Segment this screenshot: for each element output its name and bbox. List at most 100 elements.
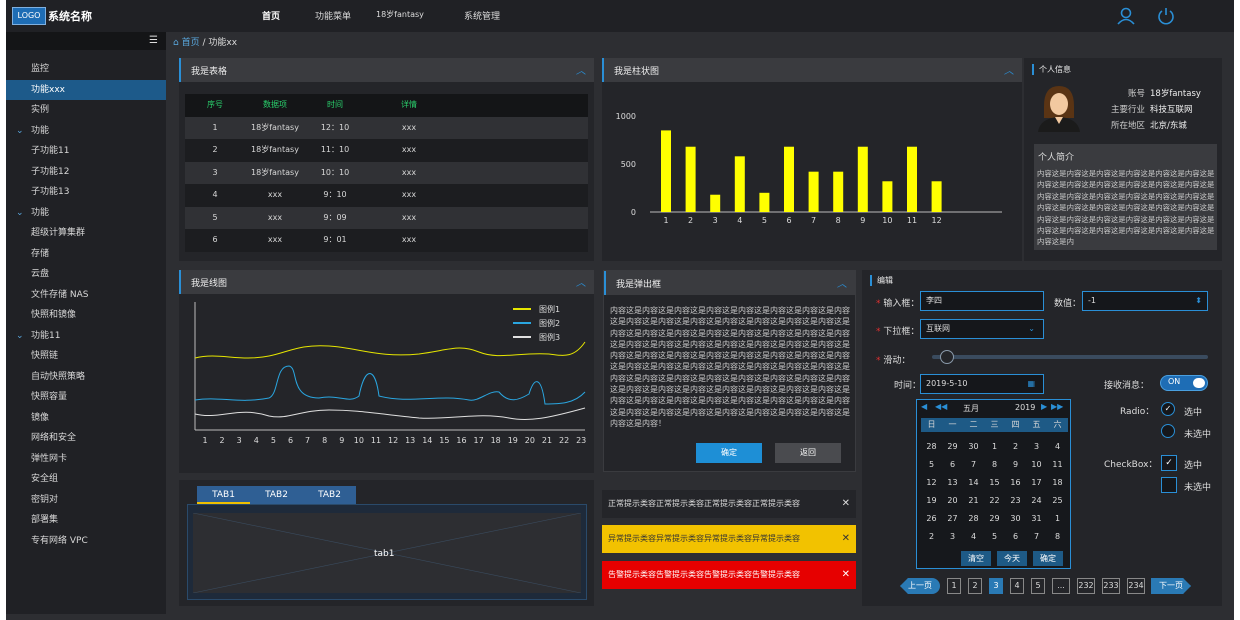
calendar-day[interactable]: 2	[1005, 440, 1026, 454]
name-input[interactable]: 李四	[920, 291, 1044, 311]
sidebar-item[interactable]: 实例	[6, 100, 166, 121]
calendar-day[interactable]: 1	[1047, 512, 1068, 526]
calendar-day[interactable]: 21	[963, 494, 984, 508]
calendar-day[interactable]: 29	[942, 440, 963, 454]
calendar-day[interactable]: 13	[942, 476, 963, 490]
calendar-day[interactable]: 4	[963, 530, 984, 544]
calendar-day[interactable]: 2	[921, 530, 942, 544]
table-row[interactable]: 6 xxx 9：01 xxx	[185, 229, 588, 252]
tab-2[interactable]: TAB2	[250, 486, 303, 504]
sidebar-item[interactable]: 快照和镜像	[6, 305, 166, 326]
calendar-ok-button[interactable]: 确定	[1033, 551, 1063, 566]
calendar-day[interactable]: 3	[1026, 440, 1047, 454]
table-row[interactable]: 5 xxx 9：09 xxx	[185, 206, 588, 229]
sidebar-item[interactable]: 功能xxx	[6, 79, 166, 100]
calendar-day[interactable]: 10	[1026, 458, 1047, 472]
sidebar-item[interactable]: 密钥对	[6, 490, 166, 511]
nav-home[interactable]: 首页	[262, 9, 280, 22]
calendar-day[interactable]: 15	[984, 476, 1005, 490]
collapse-icon[interactable]: ︿	[576, 62, 586, 77]
slider-thumb[interactable]	[940, 350, 955, 364]
sidebar-item[interactable]: ⌄ 功能	[6, 121, 166, 142]
calendar-day[interactable]: 16	[1005, 476, 1026, 490]
sidebar-item[interactable]: 超级计算集群	[6, 223, 166, 244]
sidebar-item[interactable]: 文件存储 NAS	[6, 285, 166, 306]
checkbox-unchecked[interactable]	[1161, 477, 1177, 493]
calendar-day[interactable]: 26	[921, 512, 942, 526]
sidebar-item[interactable]: 镜像	[6, 408, 166, 429]
collapse-icon[interactable]: ︿	[576, 274, 586, 289]
page-button[interactable]: 4	[1010, 578, 1024, 594]
radio-checked[interactable]: ✓	[1161, 402, 1175, 416]
sidebar-item[interactable]: 弹性网卡	[6, 449, 166, 470]
calendar-day[interactable]: 30	[1005, 512, 1026, 526]
number-input[interactable]: -1 ⬍	[1082, 291, 1208, 311]
calendar-day[interactable]: 22	[984, 494, 1005, 508]
calendar-day[interactable]: 8	[984, 458, 1005, 472]
calendar-day[interactable]: 27	[942, 512, 963, 526]
sidebar-toggle[interactable]: ☰	[6, 32, 166, 50]
page-button[interactable]: 3	[989, 578, 1003, 594]
table-row[interactable]: 3 18岁fantasy 10：10 xxx	[185, 161, 588, 184]
collapse-icon[interactable]: ︿	[1004, 62, 1014, 77]
calendar-day[interactable]: 5	[921, 458, 942, 472]
sidebar-item[interactable]: ⌄ 功能	[6, 203, 166, 224]
sidebar-item[interactable]: 存储	[6, 244, 166, 265]
dialog-ok-button[interactable]: 确定	[696, 443, 762, 463]
collapse-icon[interactable]: ︿	[837, 275, 847, 290]
table-row[interactable]: 4 xxx 9：10 xxx	[185, 184, 588, 207]
calendar-year[interactable]: 2019	[1015, 403, 1035, 412]
calendar-day[interactable]: 8	[1047, 530, 1068, 544]
stepper-icon[interactable]: ⬍	[1195, 292, 1202, 310]
page-button[interactable]: 234	[1127, 578, 1145, 594]
calendar-day[interactable]: 6	[942, 458, 963, 472]
sidebar-item[interactable]: 专有网络 VPC	[6, 531, 166, 552]
close-icon[interactable]: ✕	[842, 525, 850, 553]
calendar-day[interactable]: 11	[1047, 458, 1068, 472]
radio-unchecked[interactable]	[1161, 424, 1175, 438]
page-button[interactable]: 232	[1077, 578, 1095, 594]
calendar-day[interactable]: 5	[984, 530, 1005, 544]
user-icon[interactable]	[1116, 6, 1136, 26]
sidebar-item[interactable]: 快照容量	[6, 387, 166, 408]
calendar-day[interactable]: 19	[921, 494, 942, 508]
calendar-day[interactable]: 14	[963, 476, 984, 490]
slider-track[interactable]	[932, 355, 1208, 359]
nav-function-menu[interactable]: 功能菜单	[315, 9, 351, 22]
table-row[interactable]: 2 18岁fantasy 11：10 xxx	[185, 139, 588, 162]
page-button[interactable]: 5	[1031, 578, 1045, 594]
prev-month-icon[interactable]: ◀	[921, 402, 927, 411]
calendar-day[interactable]: 3	[942, 530, 963, 544]
calendar-day[interactable]: 29	[984, 512, 1005, 526]
dialog-back-button[interactable]: 返回	[775, 443, 841, 463]
calendar-day[interactable]: 1	[984, 440, 1005, 454]
close-icon[interactable]: ✕	[842, 561, 850, 589]
receive-toggle[interactable]: ON	[1160, 375, 1208, 391]
prev-page-button[interactable]: 上一页	[900, 578, 940, 594]
calendar-day[interactable]: 9	[1005, 458, 1026, 472]
breadcrumb-home[interactable]: 首页	[182, 38, 200, 48]
calendar-day[interactable]: 4	[1047, 440, 1068, 454]
table-row[interactable]: 1 18岁fantasy 12：10 xxx	[185, 116, 588, 139]
nav-user[interactable]: 18岁fantasy	[376, 9, 424, 20]
calendar-day[interactable]: 25	[1047, 494, 1068, 508]
power-icon[interactable]	[1156, 6, 1176, 26]
home-icon[interactable]: ⌂	[173, 38, 179, 48]
tab-1[interactable]: TAB1	[197, 486, 250, 504]
calendar-day[interactable]: 28	[921, 440, 942, 454]
calendar-day[interactable]: 20	[942, 494, 963, 508]
calendar-day[interactable]: 17	[1026, 476, 1047, 490]
next-month-icon[interactable]: ▶	[1041, 402, 1047, 411]
sidebar-item[interactable]: 部署集	[6, 510, 166, 531]
next-year-icon[interactable]: ▶▶	[1051, 402, 1063, 411]
sidebar-item[interactable]: 快照链	[6, 346, 166, 367]
calendar-day[interactable]: 24	[1026, 494, 1047, 508]
sidebar-item[interactable]: 云盘	[6, 264, 166, 285]
sidebar-item[interactable]: 网络和安全	[6, 428, 166, 449]
date-input[interactable]: 2019-5-10 ▦	[920, 374, 1044, 394]
calendar-day[interactable]: 30	[963, 440, 984, 454]
sidebar-item[interactable]: ⌄ 功能11	[6, 326, 166, 347]
nav-system-admin[interactable]: 系统管理	[464, 9, 500, 22]
next-page-button[interactable]: 下一页	[1151, 578, 1191, 594]
sidebar-item[interactable]: 安全组	[6, 469, 166, 490]
